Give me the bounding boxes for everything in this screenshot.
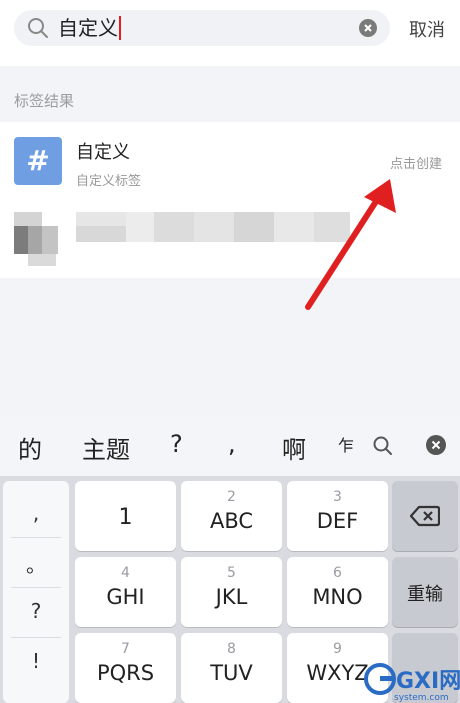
search-value: 自定义 <box>58 16 121 40</box>
clear-icon[interactable] <box>359 19 377 37</box>
key-7[interactable]: 7 PQRS <box>75 633 176 703</box>
retype-label: 重输 <box>407 584 443 605</box>
key-number: 9 <box>333 641 342 657</box>
key-number: 2 <box>227 489 236 505</box>
backspace-icon <box>410 505 440 527</box>
candidate-item[interactable]: 的 <box>18 430 42 465</box>
blurred-result-item[interactable] <box>14 212 354 268</box>
section-label: 标签结果 <box>14 92 75 110</box>
key-number: 4 <box>121 565 130 581</box>
search-icon[interactable] <box>372 435 394 457</box>
candidate-item[interactable]: 乍 <box>338 432 354 456</box>
key-label: GHI <box>106 585 145 609</box>
punctuation-key[interactable]: ! <box>3 649 69 673</box>
key-number: 7 <box>121 641 130 657</box>
key-label: 1 <box>118 505 133 530</box>
hashtag-icon: # <box>14 137 62 185</box>
key-number: 3 <box>333 489 342 505</box>
key-number: 8 <box>227 641 236 657</box>
key-number: 6 <box>333 565 342 581</box>
watermark-subtext: system.com <box>394 693 449 703</box>
search-icon <box>28 18 48 38</box>
key-3[interactable]: 3 DEF <box>287 481 388 551</box>
key-6[interactable]: 6 MNO <box>287 557 388 627</box>
close-icon[interactable] <box>426 435 446 455</box>
cancel-button[interactable]: 取消 <box>409 16 445 42</box>
backspace-button[interactable] <box>392 481 458 551</box>
key-label: JKL <box>215 585 248 609</box>
punctuation-key[interactable]: , <box>3 501 69 525</box>
punctuation-key[interactable]: ? <box>3 599 69 623</box>
candidate-item[interactable]: 啊 <box>282 430 306 465</box>
search-input[interactable]: 自定义 <box>14 10 390 46</box>
key-4[interactable]: 4 GHI <box>75 557 176 627</box>
create-tag-link[interactable]: 点击创建 <box>390 153 442 172</box>
candidate-item[interactable]: 主题 <box>82 430 130 465</box>
punctuation-column[interactable]: , 。 ? ! <box>3 481 69 703</box>
key-number: 5 <box>227 565 236 581</box>
tag-title: 自定义 <box>76 142 130 163</box>
watermark-logo: GXI网 system.com <box>362 658 460 703</box>
key-label: MNO <box>312 585 363 609</box>
candidate-item[interactable]: , <box>228 430 236 458</box>
results-list: # 自定义 自定义标签 点击创建 <box>0 122 460 278</box>
tag-subtitle: 自定义标签 <box>76 174 142 189</box>
key-2[interactable]: 2 ABC <box>181 481 282 551</box>
text-caret <box>119 16 121 40</box>
candidate-bar: 的 主题 ? , 啊 乍 <box>0 416 460 476</box>
watermark-text: GXI网 <box>396 669 460 694</box>
key-label: DEF <box>316 509 359 533</box>
key-label: ABC <box>209 509 254 533</box>
key-label: TUV <box>210 661 253 685</box>
key-5[interactable]: 5 JKL <box>181 557 282 627</box>
key-label: PQRS <box>96 661 155 685</box>
punctuation-key[interactable]: 。 <box>3 549 69 578</box>
retype-button[interactable]: 重输 <box>392 557 458 627</box>
key-1[interactable]: 1 <box>75 481 176 551</box>
key-8[interactable]: 8 TUV <box>181 633 282 703</box>
search-bar: 自定义 取消 <box>0 0 460 66</box>
candidate-item[interactable]: ? <box>170 430 183 458</box>
